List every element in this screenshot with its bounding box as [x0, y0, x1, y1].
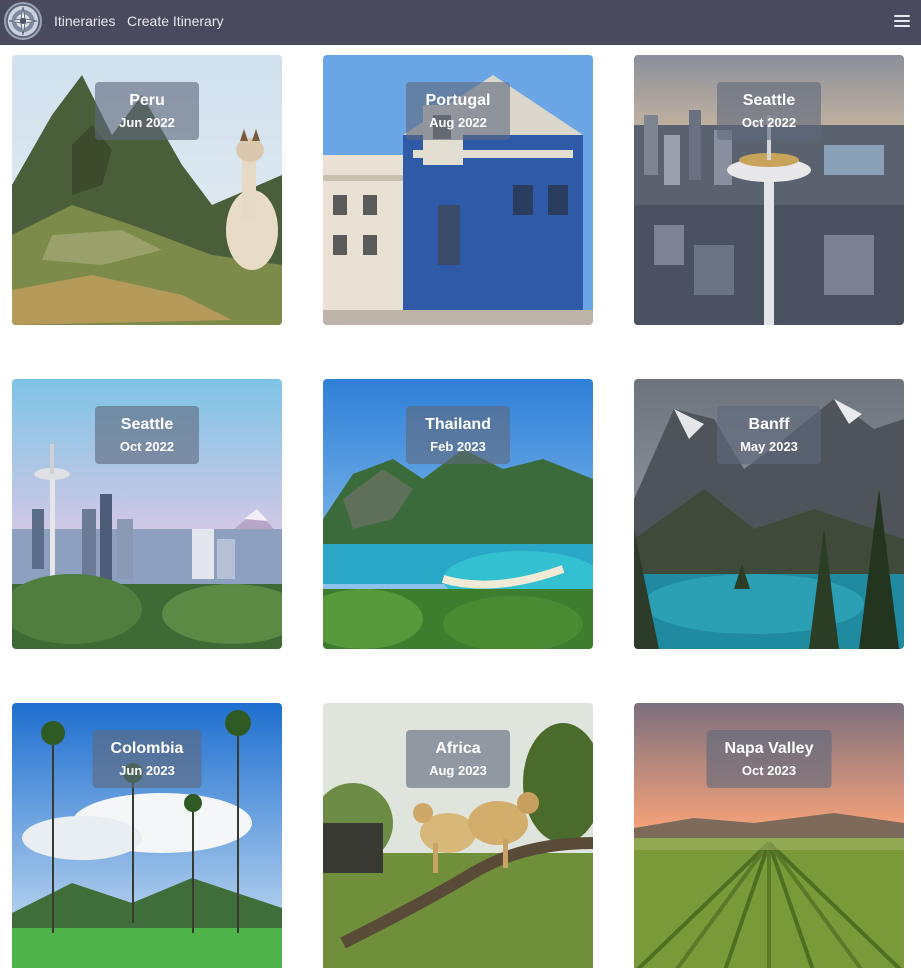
itinerary-badge: Seattle Oct 2022	[95, 406, 199, 464]
itinerary-badge: Banff May 2023	[717, 406, 821, 464]
itinerary-badge: Thailand Feb 2023	[406, 406, 510, 464]
date-label: Aug 2022	[429, 115, 487, 130]
date-label: Jun 2023	[119, 763, 175, 778]
itinerary-card-seattle[interactable]: Seattle Oct 2022	[634, 55, 904, 325]
destination-label: Banff	[748, 416, 790, 433]
date-label: May 2023	[740, 439, 798, 454]
destination-label: Seattle	[120, 416, 174, 433]
compass-emblem-icon[interactable]	[4, 2, 42, 40]
itinerary-card-thailand[interactable]: Thailand Feb 2023	[323, 379, 593, 649]
date-label: Oct 2023	[741, 763, 797, 778]
top-navbar: Itineraries Create Itinerary	[0, 0, 921, 45]
itinerary-card-seattle[interactable]: Seattle Oct 2022	[12, 379, 282, 649]
itinerary-badge: Seattle Oct 2022	[717, 82, 821, 140]
destination-label: Colombia	[110, 740, 184, 757]
destination-label: Portugal	[425, 92, 491, 109]
itinerary-card-portugal[interactable]: Portugal Aug 2022	[323, 55, 593, 325]
destination-label: Africa	[435, 740, 481, 757]
date-label: Oct 2022	[119, 439, 175, 454]
itinerary-badge: Napa Valley Oct 2023	[706, 730, 832, 788]
destination-label: Peru	[129, 92, 165, 109]
date-label: Oct 2022	[741, 115, 797, 130]
nav-link-itineraries[interactable]: Itineraries	[54, 12, 115, 30]
itinerary-badge: Peru Jun 2022	[95, 82, 199, 140]
itinerary-card-napa-valley[interactable]: Napa Valley Oct 2023	[634, 703, 904, 968]
destination-label: Thailand	[425, 416, 491, 433]
itinerary-badge: Portugal Aug 2022	[406, 82, 510, 140]
itinerary-card-africa[interactable]: Africa Aug 2023	[323, 703, 593, 968]
hamburger-menu-icon[interactable]	[894, 15, 910, 27]
itinerary-card-banff[interactable]: Banff May 2023	[634, 379, 904, 649]
destination-label: Napa Valley	[724, 740, 814, 757]
itinerary-card-peru[interactable]: Peru Jun 2022	[12, 55, 282, 325]
date-label: Feb 2023	[430, 439, 486, 454]
itinerary-badge: Africa Aug 2023	[406, 730, 510, 788]
destination-label: Seattle	[742, 92, 796, 109]
itinerary-card-colombia[interactable]: Colombia Jun 2023	[12, 703, 282, 968]
date-label: Jun 2022	[119, 115, 175, 130]
date-label: Aug 2023	[429, 763, 487, 778]
nav-link-create-itinerary[interactable]: Create Itinerary	[127, 12, 223, 30]
itinerary-badge: Colombia Jun 2023	[92, 730, 202, 788]
